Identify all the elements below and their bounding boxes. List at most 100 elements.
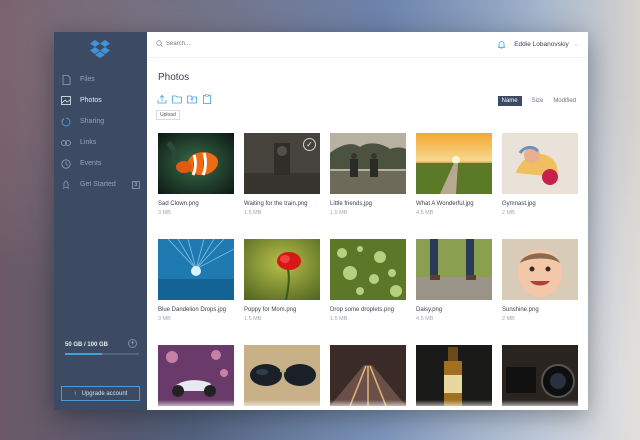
photo-size: 1.5 MB bbox=[244, 210, 262, 216]
photo-tile[interactable]: Sunshine.png 2 MB bbox=[502, 239, 578, 322]
sidebar: Files Photos Sharing Links Events Get St… bbox=[54, 32, 147, 410]
events-icon bbox=[61, 158, 71, 169]
photo-size: 2 MB bbox=[502, 316, 515, 322]
photo-thumbnail bbox=[158, 345, 234, 406]
photo-toolbar bbox=[157, 94, 217, 104]
photo-thumbnail bbox=[330, 133, 406, 194]
search-input[interactable] bbox=[166, 40, 286, 47]
link-icon bbox=[61, 138, 71, 148]
photo-tile[interactable]: Gymnast.jpg 2 MB bbox=[502, 133, 578, 216]
photo-thumbnail bbox=[330, 239, 406, 300]
share-folder-icon[interactable] bbox=[187, 94, 197, 104]
photo-size: 4.5 MB bbox=[416, 316, 434, 322]
storage-bar bbox=[65, 353, 139, 355]
photo-thumbnail bbox=[416, 133, 492, 194]
photo-name: Sunshine.png bbox=[502, 307, 539, 313]
photo-tile[interactable]: Daisy.png 4.5 MB bbox=[416, 239, 492, 322]
photo-name: Sad Clown.png bbox=[158, 201, 199, 207]
sort-by-size-button[interactable]: Size bbox=[532, 98, 544, 104]
bottom-fade bbox=[147, 400, 588, 410]
main-content: Eddie Lobanovskiy ⌄ Photos Upload Name S… bbox=[147, 32, 588, 410]
arrow-up-icon: ↑ bbox=[73, 390, 77, 397]
sidebar-item-files[interactable]: Files bbox=[54, 69, 147, 90]
sort-by-modified-button[interactable]: Modified bbox=[553, 98, 576, 104]
selected-check-icon[interactable]: ✓ bbox=[303, 138, 316, 151]
photo-tile[interactable]: Little friends.jpg 1.5 MB bbox=[330, 133, 406, 216]
sidebar-nav: Files Photos Sharing Links Events Get St… bbox=[54, 69, 147, 195]
photo-tile[interactable] bbox=[330, 345, 406, 406]
sidebar-item-label: Photos bbox=[80, 97, 102, 104]
bell-icon[interactable] bbox=[498, 40, 506, 49]
upload-icon[interactable] bbox=[157, 94, 167, 104]
photo-thumbnail bbox=[416, 239, 492, 300]
photo-thumbnail bbox=[244, 239, 320, 300]
photo-size: 1.5 MB bbox=[330, 210, 348, 216]
new-folder-icon[interactable] bbox=[172, 94, 182, 104]
sidebar-item-links[interactable]: Links bbox=[54, 132, 147, 153]
photo-tile[interactable]: ✓ Waiting for the train.png 1.5 MB bbox=[244, 133, 320, 216]
photo-size: 2 MB bbox=[502, 210, 515, 216]
photo-name: Blue Dandelion Drops.jpg bbox=[158, 307, 227, 313]
rocket-icon bbox=[61, 179, 71, 190]
sidebar-item-label: Sharing bbox=[80, 118, 105, 125]
storage-meter: 50 GB / 100 GB + bbox=[65, 339, 139, 355]
photo-tile[interactable] bbox=[244, 345, 320, 406]
photo-name: Poppy for Mom.png bbox=[244, 307, 297, 313]
file-icon bbox=[61, 74, 71, 85]
photo-thumbnail bbox=[502, 133, 578, 194]
chevron-down-icon: ⌄ bbox=[573, 41, 578, 48]
photo-name: Daisy.png bbox=[416, 307, 443, 313]
get-started-badge: 3 bbox=[131, 180, 140, 189]
photo-thumbnail bbox=[502, 239, 578, 300]
clipboard-icon[interactable] bbox=[202, 94, 212, 104]
photo-thumbnail bbox=[416, 345, 492, 406]
sidebar-item-photos[interactable]: Photos bbox=[54, 90, 147, 111]
app-window: Files Photos Sharing Links Events Get St… bbox=[54, 32, 588, 410]
user-menu[interactable]: Eddie Lobanovskiy ⌄ bbox=[498, 40, 578, 49]
sidebar-item-label: Files bbox=[80, 76, 95, 83]
add-storage-icon[interactable]: + bbox=[128, 339, 137, 348]
storage-bar-fill bbox=[65, 353, 102, 355]
photo-thumbnail bbox=[502, 345, 578, 406]
sidebar-item-label: Links bbox=[80, 139, 97, 146]
photo-name: Drop some droplets.png bbox=[330, 307, 395, 313]
photo-name: What A Wonderful.jpg bbox=[416, 201, 474, 207]
photo-tile[interactable] bbox=[158, 345, 234, 406]
upgrade-label: Upgrade account bbox=[81, 390, 128, 397]
photo-thumbnail: ✓ bbox=[244, 133, 320, 194]
photo-name: Little friends.jpg bbox=[330, 201, 373, 207]
photo-tile[interactable] bbox=[416, 345, 492, 406]
sidebar-item-get-started[interactable]: Get Started 3 bbox=[54, 174, 147, 195]
photo-thumbnail bbox=[330, 345, 406, 406]
sidebar-item-label: Events bbox=[80, 160, 102, 167]
photo-tile[interactable]: What A Wonderful.jpg 4.5 MB bbox=[416, 133, 492, 216]
sort-by-name-button[interactable]: Name bbox=[497, 96, 522, 106]
photo-tile[interactable]: Blue Dandelion Drops.jpg 3 MB bbox=[158, 239, 234, 322]
photo-tile[interactable] bbox=[502, 345, 578, 406]
sidebar-item-events[interactable]: Events bbox=[54, 153, 147, 174]
photo-thumbnail bbox=[158, 239, 234, 300]
top-bar: Eddie Lobanovskiy ⌄ bbox=[147, 32, 588, 58]
photo-icon bbox=[61, 96, 71, 106]
user-name: Eddie Lobanovskiy bbox=[514, 41, 569, 48]
upgrade-account-button[interactable]: ↑ Upgrade account bbox=[61, 386, 140, 401]
photo-tile[interactable]: Drop some droplets.png 1.5 MB bbox=[330, 239, 406, 322]
photo-size: 1.5 MB bbox=[244, 316, 262, 322]
sidebar-item-sharing[interactable]: Sharing bbox=[54, 111, 147, 132]
photo-tile[interactable]: Sad Clown.png 3 MB bbox=[158, 133, 234, 216]
photo-size: 1.5 MB bbox=[330, 316, 348, 322]
dropbox-logo-icon[interactable] bbox=[90, 39, 110, 59]
photo-thumbnail bbox=[244, 345, 320, 406]
photo-tile[interactable]: Poppy for Mom.png 1.5 MB bbox=[244, 239, 320, 322]
upload-tooltip: Upload bbox=[156, 110, 180, 120]
sharing-icon bbox=[61, 117, 71, 127]
page-title: Photos bbox=[158, 72, 190, 83]
search-box bbox=[156, 40, 286, 47]
photo-size: 3 MB bbox=[158, 210, 171, 216]
sort-controls: Name Size Modified bbox=[497, 96, 576, 106]
sidebar-item-label: Get Started bbox=[80, 181, 116, 188]
photo-thumbnail bbox=[158, 133, 234, 194]
photo-name: Waiting for the train.png bbox=[244, 201, 308, 207]
search-icon bbox=[156, 40, 163, 47]
photo-size: 4.5 MB bbox=[416, 210, 434, 216]
